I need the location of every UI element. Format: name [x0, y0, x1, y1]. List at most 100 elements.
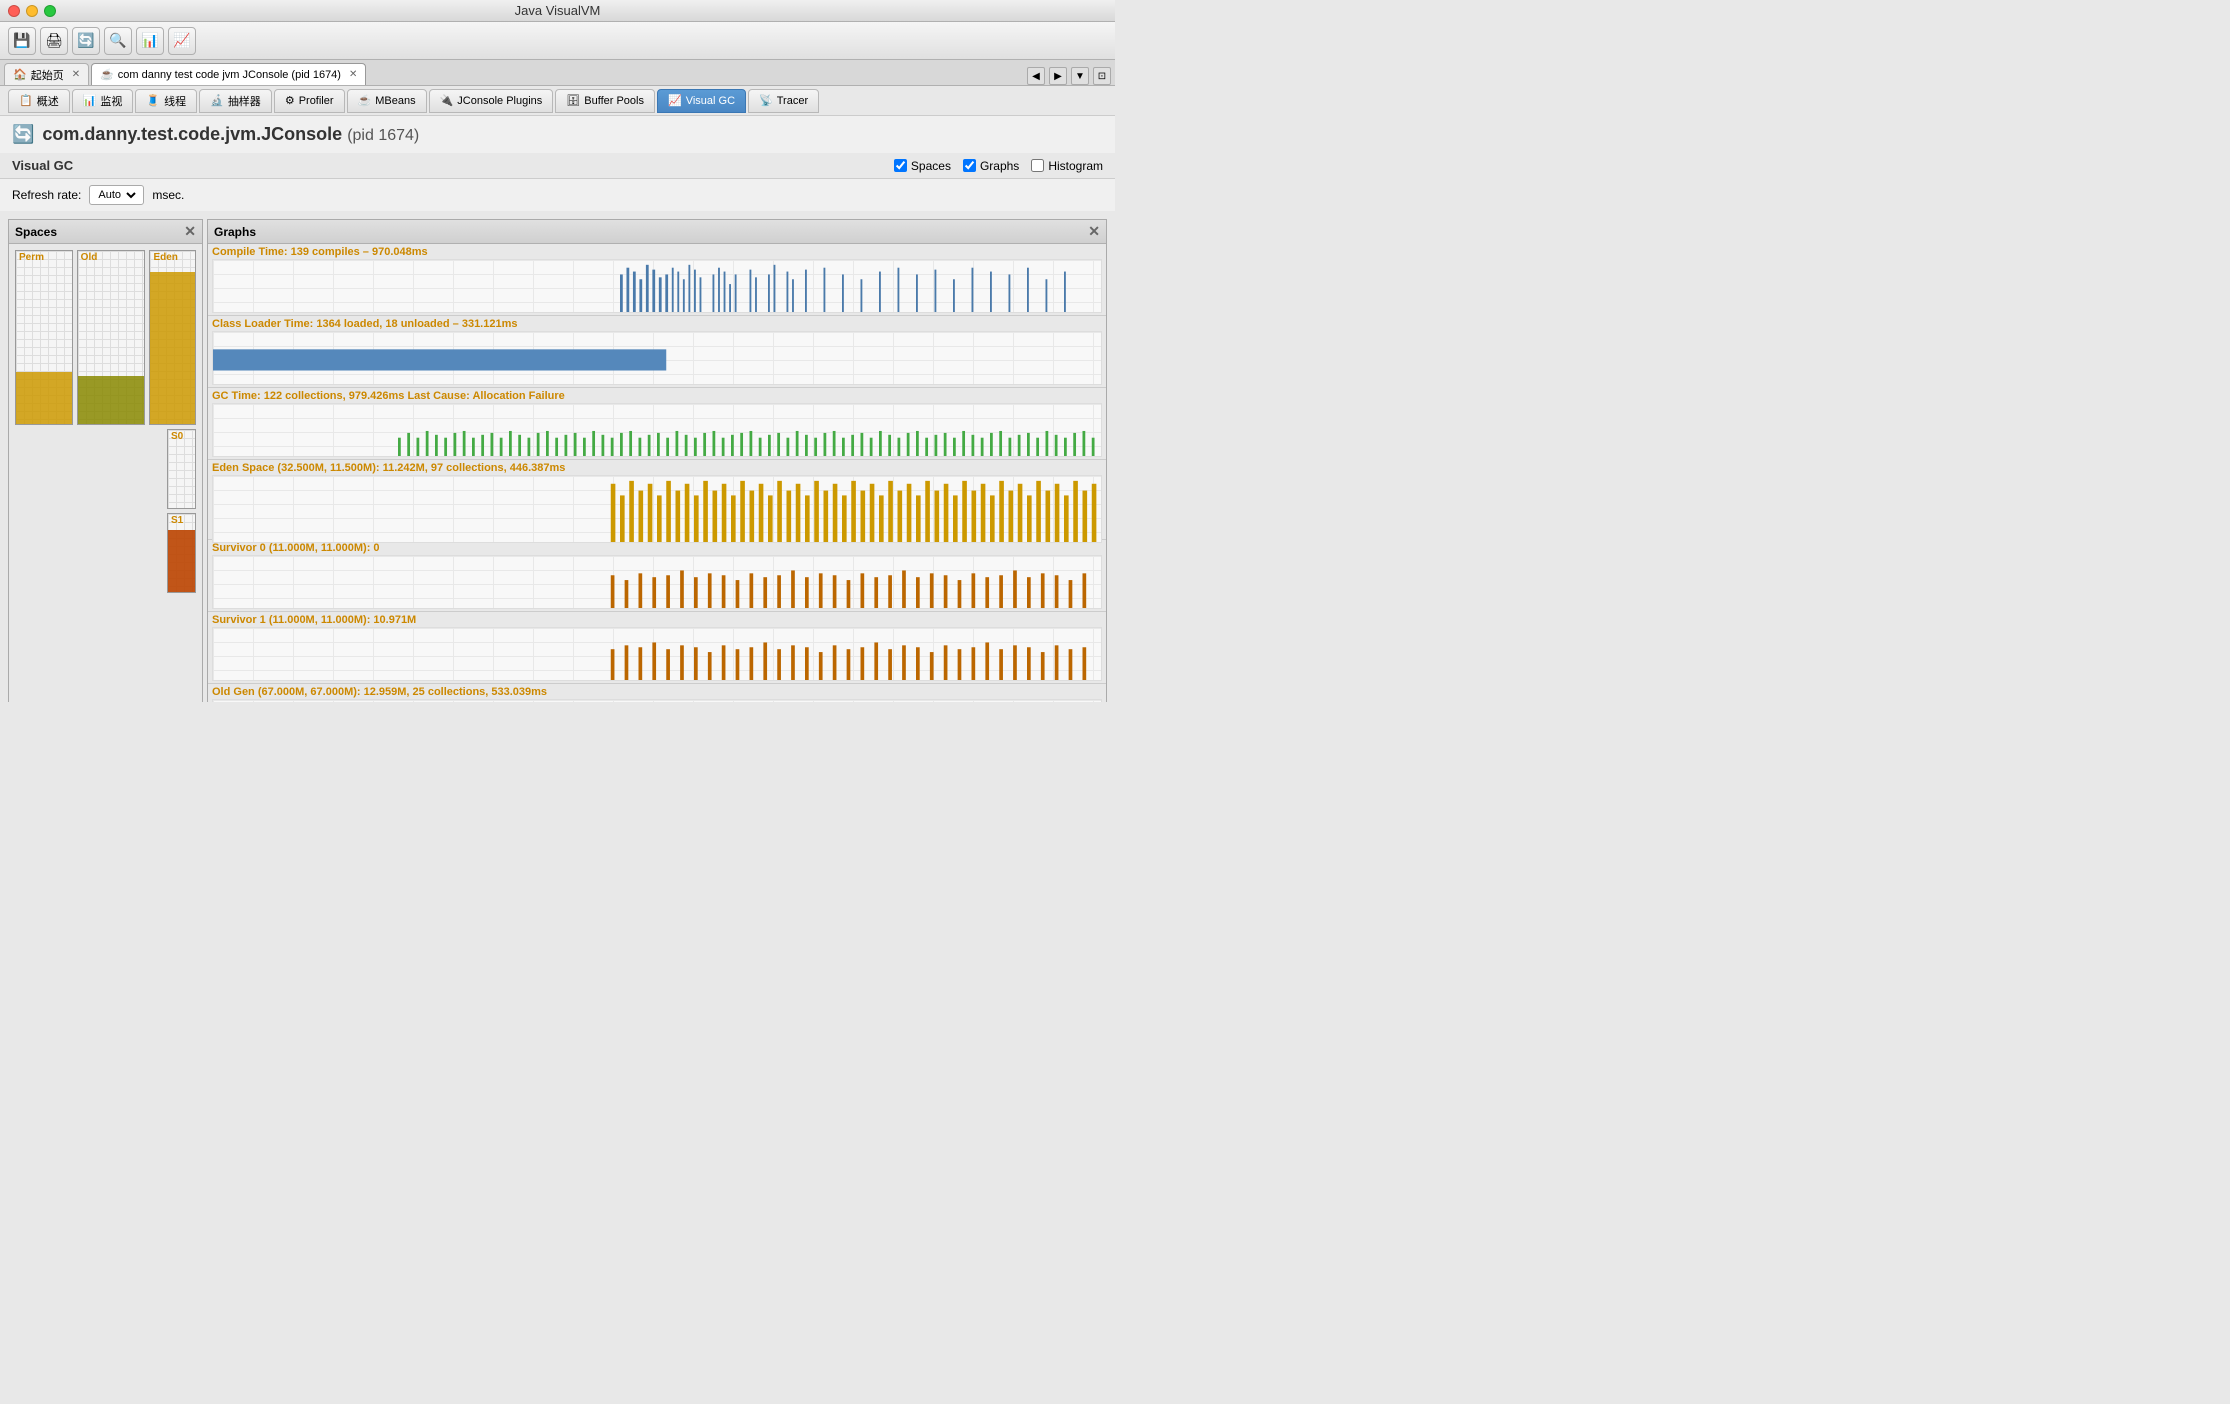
tracer-label: Tracer [777, 95, 808, 107]
tab-dropdown[interactable]: ▼ [1071, 67, 1089, 85]
spaces-content: Perm Old Eden [9, 244, 202, 702]
mbeans-label: MBeans [375, 95, 415, 107]
app-tab-bar: 🏠 起始页 ✕ ☕ com danny test code jvm JConso… [0, 60, 1115, 86]
graphs-panel-close[interactable]: ✕ [1088, 223, 1100, 240]
survivor1-title: Survivor 1 (11.000M, 11.000M): 10.971M [212, 614, 1102, 626]
old-space: Old [77, 250, 146, 425]
tracer-icon: 📡 [759, 94, 773, 107]
main-panels: Spaces ✕ Perm [0, 211, 1115, 702]
s0-label: S0 [169, 430, 185, 443]
jconsole-tab-icon: ☕ [100, 68, 114, 81]
tab-scroll-right[interactable]: ▶ [1049, 67, 1067, 85]
class-loader-canvas [212, 331, 1102, 385]
home-tab-label: 起始页 [31, 67, 64, 83]
eden-space-title: Eden Space (32.500M, 11.500M): 11.242M, … [212, 462, 1102, 474]
jconsole-tab-close[interactable]: ✕ [349, 69, 357, 80]
spaces-s1-row: S1 [167, 513, 196, 593]
survivor1-graph: Survivor 1 (11.000M, 11.000M): 10.971M [208, 612, 1106, 684]
compile-time-graph: Compile Time: 139 compiles – 970.048ms [208, 244, 1106, 316]
tab-mbeans[interactable]: ☕ MBeans [347, 89, 427, 113]
survivor0-graph: Survivor 0 (11.000M, 11.000M): 0 [208, 540, 1106, 612]
s1-space: S1 [167, 513, 196, 593]
histogram-label: Histogram [1048, 159, 1103, 173]
tab-jconsole-plugins[interactable]: 🔌 JConsole Plugins [429, 89, 554, 113]
refresh-rate-bar: Refresh rate: Auto 100 200 500 1000 2000… [0, 179, 1115, 211]
old-fill [78, 376, 145, 424]
toolbar-search-btn[interactable]: 🔍 [104, 27, 132, 55]
app-tab-jconsole[interactable]: ☕ com danny test code jvm JConsole (pid … [91, 63, 366, 85]
perm-fill [16, 372, 72, 424]
toolbar-chart-btn[interactable]: 📊 [136, 27, 164, 55]
close-button[interactable] [8, 5, 20, 17]
spaces-checkbox[interactable] [894, 159, 907, 172]
old-gen-graph: Old Gen (67.000M, 67.000M): 12.959M, 25 … [208, 684, 1106, 702]
refresh-rate-label: Refresh rate: [12, 188, 81, 202]
tab-sampler[interactable]: 🔬 抽样器 [199, 89, 272, 113]
toolbar-graph-btn[interactable]: 📈 [168, 27, 196, 55]
perm-space: Perm [15, 250, 73, 425]
buffer-icon: 🗄 [566, 94, 580, 107]
monitor-label: 监视 [100, 93, 122, 109]
s1-label: S1 [169, 514, 185, 527]
section-header: Visual GC Spaces Graphs Histogram [0, 153, 1115, 179]
maximize-button[interactable] [44, 5, 56, 17]
display-options: Spaces Graphs Histogram [894, 159, 1103, 173]
old-label: Old [79, 251, 100, 264]
perm-label: Perm [17, 251, 46, 264]
spaces-panel-close[interactable]: ✕ [184, 223, 196, 240]
gc-time-title: GC Time: 122 collections, 979.426ms Last… [212, 390, 1102, 402]
tab-overview[interactable]: 📋 概述 [8, 89, 70, 113]
eden-fill [150, 272, 195, 424]
buffer-label: Buffer Pools [584, 95, 644, 107]
refresh-icon[interactable]: 🔄 [12, 124, 34, 145]
toolbar-print-btn[interactable]: 🖨 [40, 27, 68, 55]
eden-space: Eden [149, 250, 196, 425]
nav-tab-bar: 📋 概述 📊 监视 🧵 线程 🔬 抽样器 ⚙ Profiler ☕ MBeans… [0, 86, 1115, 116]
refresh-rate-dropdown[interactable]: Auto 100 200 500 1000 2000 [94, 188, 139, 202]
page-title-text: com.danny.test.code.jvm.JConsole [42, 124, 342, 144]
compile-time-canvas [212, 259, 1102, 313]
histogram-checkbox[interactable] [1031, 159, 1044, 172]
toolbar-save-btn[interactable]: 💾 [8, 27, 36, 55]
home-tab-icon: 🏠 [13, 68, 27, 81]
app-tab-home[interactable]: 🏠 起始页 ✕ [4, 63, 89, 85]
graphs-checkbox-label[interactable]: Graphs [963, 159, 1019, 173]
spaces-checkbox-label[interactable]: Spaces [894, 159, 951, 173]
toolbar-refresh-btn[interactable]: 🔄 [72, 27, 100, 55]
visual-gc-section-title: Visual GC [12, 158, 73, 173]
refresh-rate-select[interactable]: Auto 100 200 500 1000 2000 [89, 185, 144, 205]
tab-profiler[interactable]: ⚙ Profiler [274, 89, 345, 113]
plugins-label: JConsole Plugins [457, 95, 542, 107]
minimize-button[interactable] [26, 5, 38, 17]
old-gen-canvas [212, 699, 1102, 702]
graphs-checkbox[interactable] [963, 159, 976, 172]
plugins-icon: 🔌 [440, 94, 454, 107]
s1-fill [168, 530, 195, 592]
tab-scroll-left[interactable]: ◀ [1027, 67, 1045, 85]
tab-threads[interactable]: 🧵 线程 [135, 89, 197, 113]
threads-label: 线程 [164, 93, 186, 109]
eden-space-canvas [212, 475, 1102, 543]
spaces-panel: Spaces ✕ Perm [8, 219, 203, 702]
class-loader-title: Class Loader Time: 1364 loaded, 18 unloa… [212, 318, 1102, 330]
gc-time-canvas [212, 403, 1102, 457]
page-header: 🔄 com.danny.test.code.jvm.JConsole (pid … [0, 116, 1115, 153]
sampler-icon: 🔬 [210, 94, 224, 107]
toolbar: 💾 🖨 🔄 🔍 📊 📈 [0, 22, 1115, 60]
tab-tracer[interactable]: 📡 Tracer [748, 89, 819, 113]
spaces-panel-title: Spaces [15, 225, 57, 239]
overview-label: 概述 [37, 93, 59, 109]
histogram-checkbox-label[interactable]: Histogram [1031, 159, 1103, 173]
spaces-label: Spaces [911, 159, 951, 173]
window-controls[interactable] [8, 5, 56, 17]
mbeans-icon: ☕ [358, 94, 372, 107]
tab-visual-gc[interactable]: 📈 Visual GC [657, 89, 746, 113]
tab-buffer-pools[interactable]: 🗄 Buffer Pools [555, 89, 655, 113]
tab-monitor[interactable]: 📊 监视 [72, 89, 134, 113]
title-bar: Java VisualVM [0, 0, 1115, 22]
profiler-icon: ⚙ [285, 94, 295, 107]
window-restore[interactable]: ⊡ [1093, 67, 1111, 85]
overview-icon: 📋 [19, 94, 33, 107]
graphs-label: Graphs [980, 159, 1019, 173]
home-tab-close[interactable]: ✕ [72, 69, 80, 80]
